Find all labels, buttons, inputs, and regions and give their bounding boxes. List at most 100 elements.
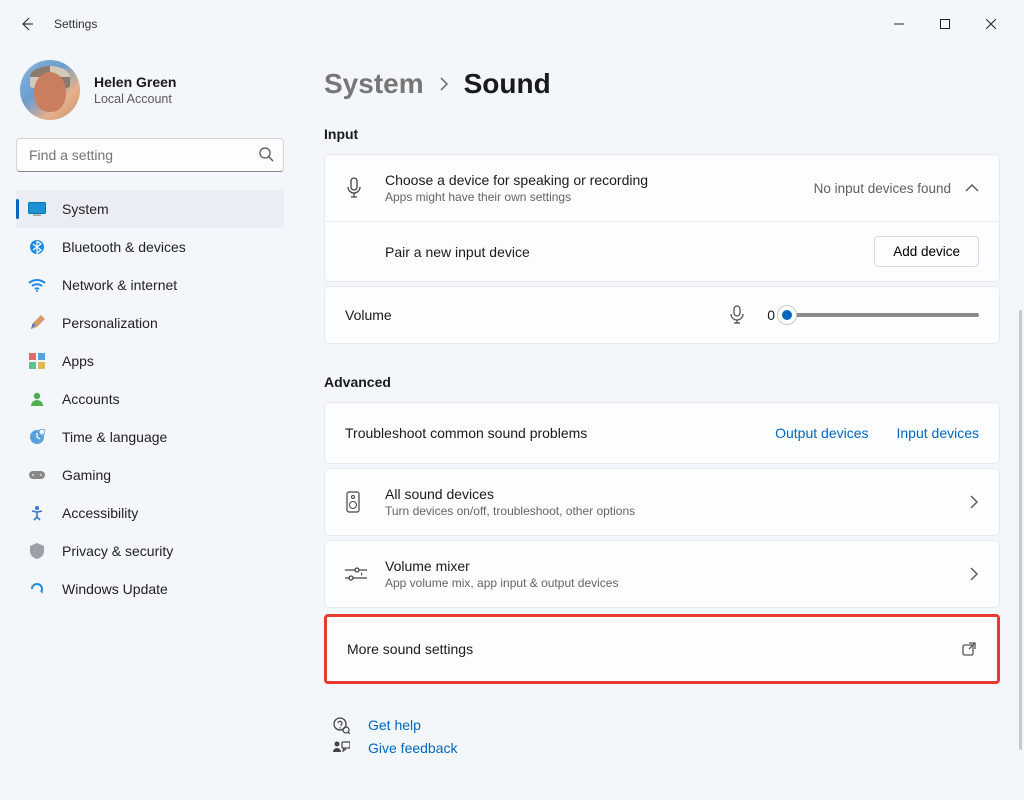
maximize-button[interactable] [922, 8, 968, 40]
search-wrapper [16, 138, 284, 172]
add-device-button[interactable]: Add device [874, 236, 979, 267]
bluetooth-icon [28, 238, 46, 256]
minimize-button[interactable] [876, 8, 922, 40]
chevron-up-icon [965, 183, 979, 193]
sidebar-item-label: Bluetooth & devices [62, 239, 186, 255]
feedback-icon [332, 740, 352, 756]
pair-device-title: Pair a new input device [385, 244, 874, 260]
output-devices-link[interactable]: Output devices [775, 425, 868, 441]
sidebar-item-label: System [62, 201, 109, 217]
sidebar-item-label: Time & language [62, 429, 167, 445]
sidebar: Helen Green Local Account System Bluetoo… [0, 48, 300, 800]
minimize-icon [894, 19, 904, 29]
content-area: System Sound Input Choose a device for s… [300, 48, 1024, 800]
pair-device-row: Pair a new input device Add device [325, 221, 999, 281]
input-status: No input devices found [814, 181, 951, 196]
profile-name: Helen Green [94, 74, 176, 90]
profile-type: Local Account [94, 92, 176, 106]
search-icon [258, 146, 274, 162]
maximize-icon [940, 19, 950, 29]
get-help-row[interactable]: Get help [332, 716, 1000, 734]
sidebar-item-label: Privacy & security [62, 543, 173, 559]
volume-value: 0 [757, 307, 775, 323]
avatar [20, 60, 80, 120]
sidebar-item-privacy[interactable]: Privacy & security [16, 532, 284, 570]
help-icon [332, 716, 352, 734]
choose-device-sub: Apps might have their own settings [385, 190, 814, 204]
mixer-sub: App volume mix, app input & output devic… [385, 576, 969, 590]
update-icon [28, 580, 46, 598]
window-controls [876, 8, 1014, 40]
paint-icon [28, 314, 46, 332]
nav: System Bluetooth & devices Network & int… [16, 190, 284, 608]
title-bar: Settings [0, 0, 1024, 48]
sidebar-item-accessibility[interactable]: Accessibility [16, 494, 284, 532]
section-heading-advanced: Advanced [324, 374, 1000, 390]
volume-card: Volume 0 [324, 286, 1000, 344]
breadcrumb-parent[interactable]: System [324, 68, 424, 100]
all-devices-sub: Turn devices on/off, troubleshoot, other… [385, 504, 969, 518]
sidebar-item-apps[interactable]: Apps [16, 342, 284, 380]
troubleshoot-title: Troubleshoot common sound problems [345, 425, 587, 441]
more-sound-settings-row[interactable]: More sound settings [327, 617, 997, 681]
volume-slider[interactable] [787, 313, 979, 317]
feedback-link[interactable]: Give feedback [368, 740, 458, 756]
section-heading-input: Input [324, 126, 1000, 142]
choose-device-row[interactable]: Choose a device for speaking or recordin… [325, 155, 999, 221]
close-button[interactable] [968, 8, 1014, 40]
shield-icon [28, 542, 46, 560]
sidebar-item-label: Windows Update [62, 581, 168, 597]
close-icon [986, 19, 996, 29]
sidebar-item-gaming[interactable]: Gaming [16, 456, 284, 494]
input-devices-link[interactable]: Input devices [897, 425, 980, 441]
wifi-icon [28, 276, 46, 294]
sidebar-item-system[interactable]: System [16, 190, 284, 228]
give-feedback-row[interactable]: Give feedback [332, 740, 1000, 756]
profile-block[interactable]: Helen Green Local Account [20, 60, 284, 120]
more-sound-title: More sound settings [347, 641, 473, 657]
speaker-device-icon [345, 491, 385, 513]
sidebar-item-label: Gaming [62, 467, 111, 483]
person-icon [28, 390, 46, 408]
choose-device-title: Choose a device for speaking or recordin… [385, 172, 814, 188]
chevron-right-icon [969, 495, 979, 509]
all-sound-devices-row[interactable]: All sound devices Turn devices on/off, t… [324, 468, 1000, 536]
open-external-icon [961, 641, 977, 657]
search-input[interactable] [16, 138, 284, 172]
troubleshoot-card: Troubleshoot common sound problems Outpu… [324, 402, 1000, 464]
sidebar-item-label: Accounts [62, 391, 120, 407]
volume-label: Volume [345, 307, 392, 323]
sidebar-item-label: Personalization [62, 315, 158, 331]
all-devices-title: All sound devices [385, 486, 969, 502]
sidebar-item-label: Apps [62, 353, 94, 369]
sidebar-item-personalization[interactable]: Personalization [16, 304, 284, 342]
accessibility-icon [28, 504, 46, 522]
chevron-right-icon [969, 567, 979, 581]
sidebar-item-update[interactable]: Windows Update [16, 570, 284, 608]
mixer-icon [345, 566, 385, 582]
get-help-link[interactable]: Get help [368, 717, 421, 733]
mixer-title: Volume mixer [385, 558, 969, 574]
microphone-icon [729, 305, 745, 325]
sidebar-item-time[interactable]: Time & language [16, 418, 284, 456]
sidebar-item-label: Accessibility [62, 505, 138, 521]
volume-mixer-row[interactable]: Volume mixer App volume mix, app input &… [324, 540, 1000, 608]
sidebar-item-label: Network & internet [62, 277, 177, 293]
gamepad-icon [28, 466, 46, 484]
scrollbar[interactable] [1019, 310, 1022, 750]
sidebar-item-bluetooth[interactable]: Bluetooth & devices [16, 228, 284, 266]
input-device-card: Choose a device for speaking or recordin… [324, 154, 1000, 282]
breadcrumb-current: Sound [464, 68, 551, 100]
chevron-right-icon [438, 77, 450, 91]
breadcrumb: System Sound [324, 68, 1000, 100]
back-button[interactable] [10, 7, 44, 41]
arrow-left-icon [19, 16, 35, 32]
sidebar-item-network[interactable]: Network & internet [16, 266, 284, 304]
display-icon [28, 200, 46, 218]
more-sound-settings-highlighted: More sound settings [324, 614, 1000, 684]
apps-icon [28, 352, 46, 370]
window-title: Settings [54, 17, 97, 31]
clock-icon [28, 428, 46, 446]
sidebar-item-accounts[interactable]: Accounts [16, 380, 284, 418]
slider-thumb[interactable] [778, 306, 796, 324]
